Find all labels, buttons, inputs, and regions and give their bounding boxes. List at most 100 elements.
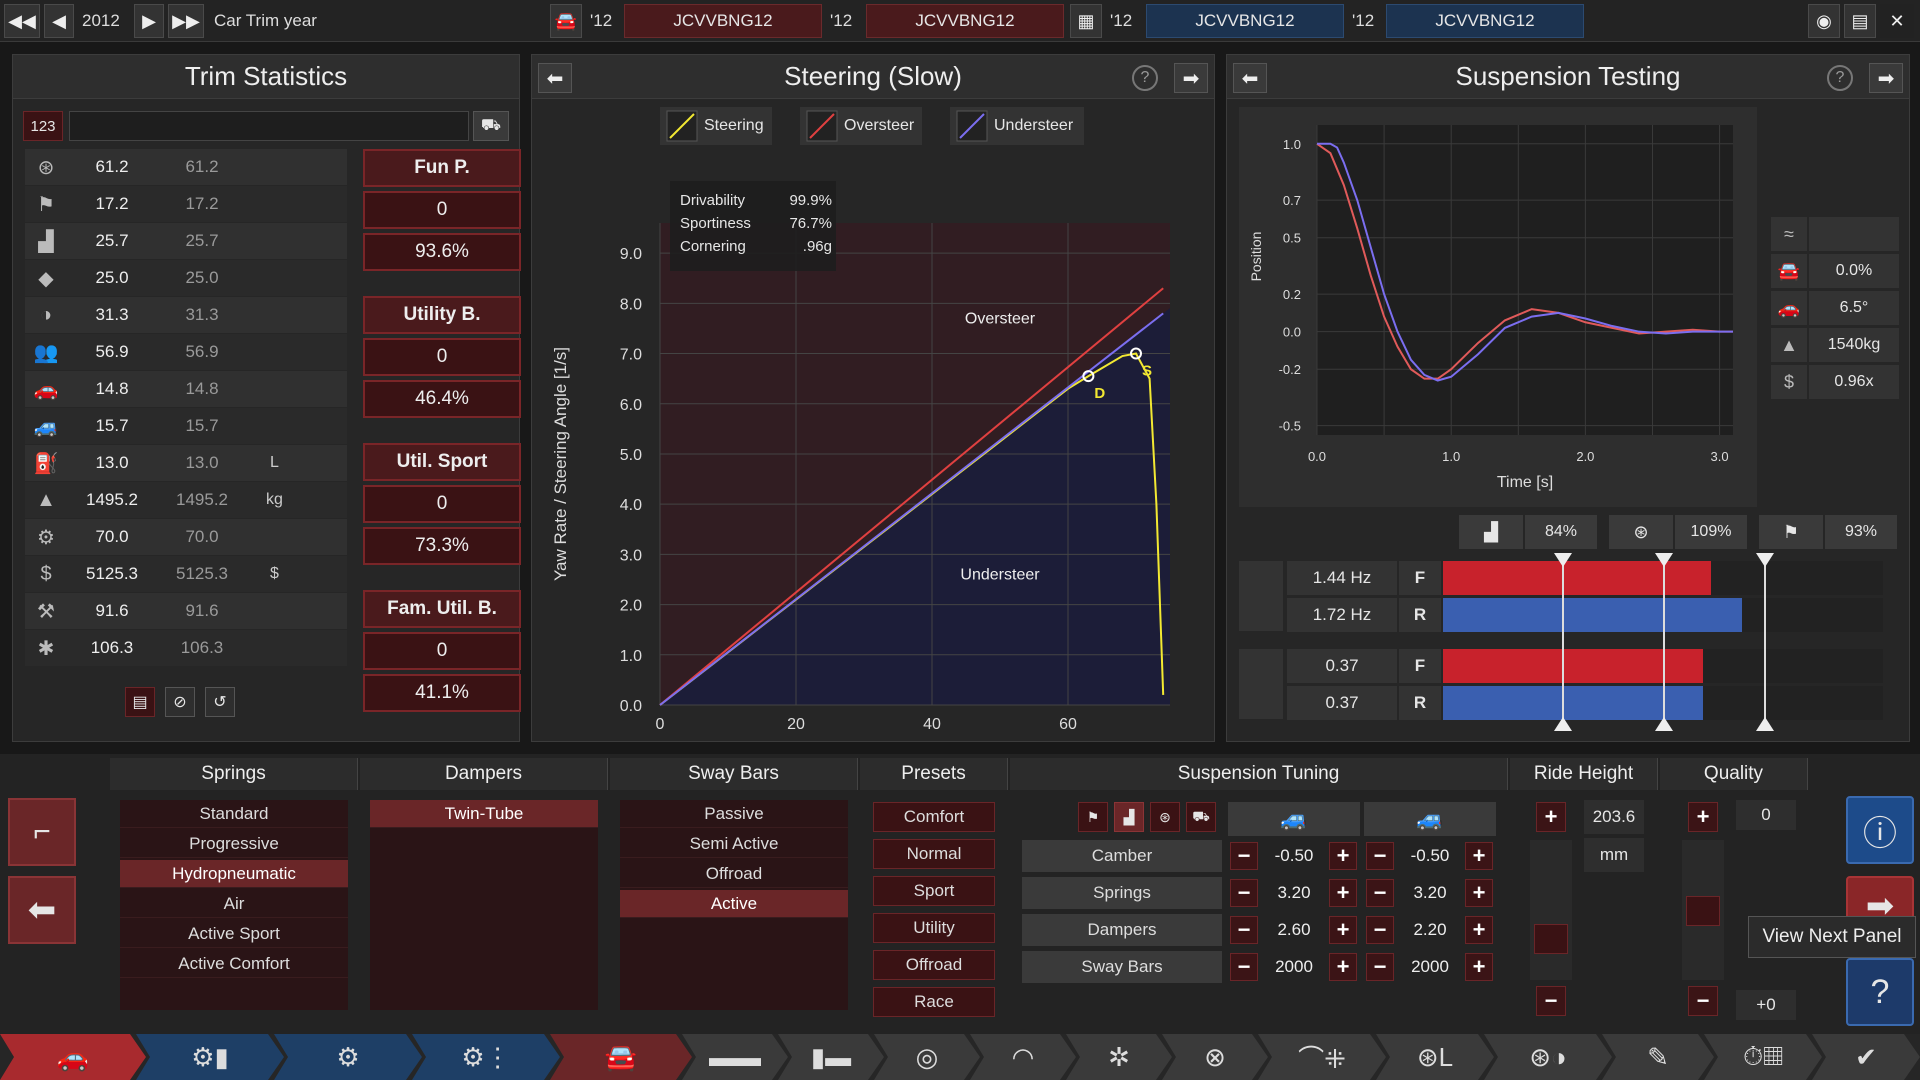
- list-item[interactable]: Offroad: [620, 860, 848, 888]
- preset-button[interactable]: Utility: [873, 913, 995, 943]
- slot-code-1[interactable]: JCVVBNG12: [624, 4, 822, 38]
- preset-button[interactable]: Race: [873, 987, 995, 1017]
- list-item[interactable]: Hydropneumatic: [120, 860, 348, 888]
- last-year-button[interactable]: ▶▶: [168, 4, 204, 38]
- rear-plus-button[interactable]: +: [1465, 879, 1493, 907]
- preset-button[interactable]: Sport: [873, 876, 995, 906]
- reset-icon[interactable]: ↺: [205, 687, 235, 717]
- list-item[interactable]: Progressive: [120, 830, 348, 858]
- nav-test-icon[interactable]: ⏱▦: [1704, 1034, 1822, 1080]
- legend-steering[interactable]: Steering: [660, 107, 772, 145]
- next-year-button[interactable]: ▶: [134, 4, 164, 38]
- quality-slider[interactable]: [1682, 840, 1724, 980]
- front-plus-button[interactable]: +: [1329, 879, 1357, 907]
- tune-flag-icon[interactable]: ⚑: [1078, 802, 1108, 832]
- cancel-icon[interactable]: ⊘: [165, 687, 195, 717]
- slot-code-4[interactable]: JCVVBNG12: [1386, 4, 1584, 38]
- suspension-prev-button[interactable]: ⬅: [1233, 63, 1267, 93]
- x-tick-label: 60: [1059, 716, 1077, 733]
- nav-confirm-icon[interactable]: ✔: [1812, 1034, 1920, 1080]
- rear-plus-button[interactable]: +: [1465, 916, 1493, 944]
- nav-wheel-icon[interactable]: ✲: [1066, 1034, 1172, 1080]
- nav-chassis-tree-icon[interactable]: ⚙⋮: [412, 1034, 560, 1080]
- nav-tire-icon[interactable]: ⊗: [1162, 1034, 1268, 1080]
- nav-car-icon[interactable]: 🚗: [0, 1034, 146, 1080]
- first-year-button[interactable]: ◀◀: [4, 4, 40, 38]
- list-item[interactable]: Semi Active: [620, 830, 848, 858]
- tune-truck-icon[interactable]: ⛟: [1186, 802, 1216, 832]
- legend-oversteer[interactable]: Oversteer: [800, 107, 922, 145]
- steering-next-button[interactable]: ➡: [1174, 63, 1208, 93]
- view-next-panel-tooltip: View Next Panel: [1748, 916, 1916, 958]
- rear-minus-button[interactable]: −: [1366, 842, 1394, 870]
- car-icon[interactable]: 🚘: [550, 4, 582, 38]
- calculator-icon[interactable]: ▤: [1844, 4, 1876, 38]
- nav-aero-icon[interactable]: ⌒⁜: [1258, 1034, 1386, 1080]
- nav-engine-icon[interactable]: ◎: [874, 1034, 980, 1080]
- nav-car-body-icon[interactable]: 🚘: [550, 1034, 692, 1080]
- camera-icon[interactable]: ◉: [1808, 4, 1840, 38]
- list-item[interactable]: Air: [120, 890, 348, 918]
- ride-height-plus[interactable]: +: [1536, 802, 1566, 832]
- quality-handle[interactable]: [1686, 896, 1720, 926]
- front-plus-button[interactable]: +: [1329, 842, 1357, 870]
- front-minus-button[interactable]: −: [1230, 879, 1258, 907]
- preset-button[interactable]: Normal: [873, 839, 995, 869]
- document-icon[interactable]: ▤: [125, 687, 155, 717]
- steering-prev-button[interactable]: ⬅: [538, 63, 572, 93]
- nav-gear-icon[interactable]: ▮▬: [778, 1034, 884, 1080]
- list-item[interactable]: Active: [620, 890, 848, 918]
- legend-understeer[interactable]: Understeer: [950, 107, 1084, 145]
- preset-button[interactable]: Offroad: [873, 950, 995, 980]
- list-item[interactable]: Standard: [120, 800, 348, 828]
- ride-height-handle[interactable]: [1534, 924, 1568, 954]
- quality-plus[interactable]: +: [1688, 802, 1718, 832]
- front-minus-button[interactable]: −: [1230, 916, 1258, 944]
- list-item[interactable]: Passive: [620, 800, 848, 828]
- back-arrow-icon[interactable]: ⬅: [8, 876, 76, 944]
- nav-safety-icon[interactable]: ⊛◑: [1484, 1034, 1612, 1080]
- rear-plus-button[interactable]: +: [1465, 953, 1493, 981]
- trim-search-input[interactable]: [69, 111, 469, 141]
- preset-button[interactable]: Comfort: [873, 802, 995, 832]
- suspension-next-button[interactable]: ➡: [1869, 63, 1903, 93]
- nav-paint-icon[interactable]: ✎: [1602, 1034, 1714, 1080]
- nav-chassis-doc-icon[interactable]: ⚙▮: [136, 1034, 284, 1080]
- slot-code-3[interactable]: JCVVBNG12: [1146, 4, 1344, 38]
- ride-height-slider[interactable]: [1530, 840, 1572, 980]
- nav-gauge-icon[interactable]: ◠: [970, 1034, 1076, 1080]
- quality-minus[interactable]: −: [1688, 986, 1718, 1016]
- front-minus-button[interactable]: −: [1230, 953, 1258, 981]
- y-tick-label: 0.0: [1283, 325, 1301, 340]
- front-minus-button[interactable]: −: [1230, 842, 1258, 870]
- nav-trim-icon[interactable]: ▬▬: [682, 1034, 788, 1080]
- suspension-help-icon[interactable]: ?: [1827, 65, 1853, 91]
- rear-minus-button[interactable]: −: [1366, 879, 1394, 907]
- list-item[interactable]: Twin-Tube: [370, 800, 598, 828]
- rear-plus-button[interactable]: +: [1465, 842, 1493, 870]
- film-icon[interactable]: ▦: [1070, 4, 1102, 38]
- close-icon[interactable]: ✕: [1880, 4, 1914, 38]
- prev-year-button[interactable]: ◀: [44, 4, 74, 38]
- nav-interior-icon[interactable]: ⊛L: [1376, 1034, 1494, 1080]
- list-item[interactable]: Active Sport: [120, 920, 348, 948]
- slot-code-2[interactable]: JCVVBNG12: [866, 4, 1064, 38]
- front-plus-button[interactable]: +: [1329, 916, 1357, 944]
- front-plus-button[interactable]: +: [1329, 953, 1357, 981]
- back-to-chassis-icon[interactable]: ⌐: [8, 798, 76, 866]
- dampers-list: Twin-Tube: [370, 800, 598, 1010]
- list-item[interactable]: Active Comfort: [120, 950, 348, 978]
- steering-stat-label: Drivability: [680, 192, 746, 209]
- filter-car-icon[interactable]: ⛟: [473, 111, 509, 141]
- rear-minus-button[interactable]: −: [1366, 916, 1394, 944]
- help-icon[interactable]: ?: [1846, 958, 1914, 1026]
- rear-minus-button[interactable]: −: [1366, 953, 1394, 981]
- warning-icon[interactable]: ⓘ: [1846, 796, 1914, 864]
- tune-seat-icon[interactable]: ▟: [1114, 802, 1144, 832]
- steering-help-icon[interactable]: ?: [1132, 65, 1158, 91]
- nav-chassis-icon[interactable]: ⚙: [274, 1034, 422, 1080]
- stat-row: ⛽ 13.0 13.0 L: [25, 445, 347, 481]
- ride-height-minus[interactable]: −: [1536, 986, 1566, 1016]
- tune-wheel-icon[interactable]: ⊛: [1150, 802, 1180, 832]
- score-name: Utility B.: [363, 296, 521, 334]
